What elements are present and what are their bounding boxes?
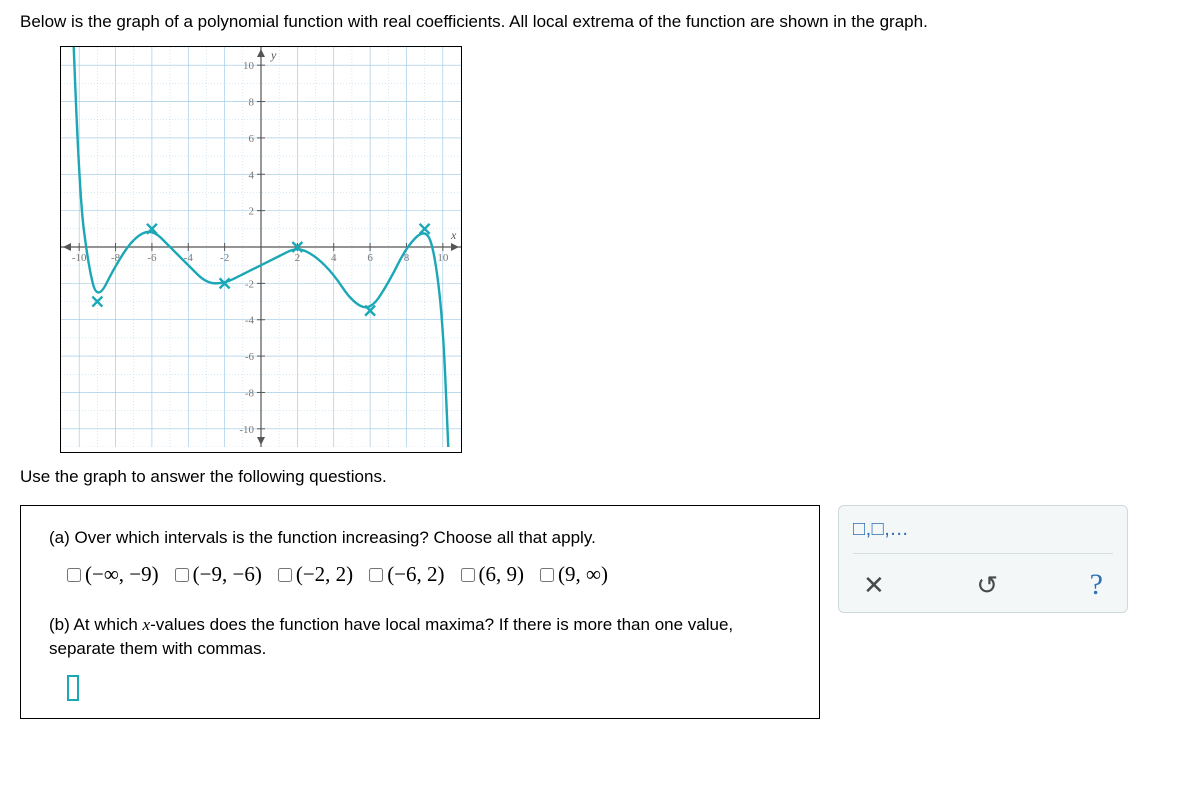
svg-text:2: 2	[295, 252, 301, 264]
svg-text:x: x	[450, 228, 457, 242]
svg-text:y: y	[270, 48, 277, 62]
svg-text:10: 10	[437, 252, 449, 264]
clear-button[interactable]: ✕	[863, 570, 885, 601]
choice-5[interactable]: (9, ∞)	[540, 562, 608, 587]
help-button[interactable]: ?	[1090, 568, 1103, 602]
graph-container: -10-8-6-4-2246810-10-8-6-4-2246810yx	[60, 46, 462, 453]
part-a-choices: (−∞, −9) (−9, −6) (−2, 2) (−6, 2) (6, 9)	[49, 562, 791, 587]
svg-text:8: 8	[249, 97, 255, 109]
svg-text:-6: -6	[147, 252, 157, 264]
choice-2-label: (−2, 2)	[296, 562, 353, 587]
choice-2-checkbox[interactable]	[278, 568, 292, 582]
part-b-text: (b) At which x-values does the function …	[49, 615, 733, 658]
polynomial-graph: -10-8-6-4-2246810-10-8-6-4-2246810yx	[61, 47, 461, 447]
question-panel: (a) Over which intervals is the function…	[20, 505, 820, 719]
choice-0-label: (−∞, −9)	[85, 562, 159, 587]
svg-text:-2: -2	[245, 278, 254, 290]
svg-text:-2: -2	[220, 252, 229, 264]
svg-text:-4: -4	[245, 315, 255, 327]
choice-0[interactable]: (−∞, −9)	[67, 562, 159, 587]
svg-text:10: 10	[243, 60, 255, 72]
svg-text:-8: -8	[245, 387, 255, 399]
choice-3[interactable]: (−6, 2)	[369, 562, 444, 587]
choice-4-label: (6, 9)	[479, 562, 525, 587]
svg-text:4: 4	[331, 252, 337, 264]
svg-text:2: 2	[249, 206, 255, 218]
list-format-hint[interactable]: □,□,...	[853, 518, 1113, 541]
choice-4[interactable]: (6, 9)	[461, 562, 525, 587]
svg-text:6: 6	[249, 133, 255, 145]
svg-text:-10: -10	[239, 424, 254, 436]
choice-5-label: (9, ∞)	[558, 562, 608, 587]
tool-divider	[853, 553, 1113, 554]
problem-subtitle: Use the graph to answer the following qu…	[20, 467, 1180, 487]
choice-3-checkbox[interactable]	[369, 568, 383, 582]
choice-2[interactable]: (−2, 2)	[278, 562, 353, 587]
choice-1-checkbox[interactable]	[175, 568, 189, 582]
svg-text:-6: -6	[245, 351, 255, 363]
svg-text:-10: -10	[72, 252, 87, 264]
problem-intro: Below is the graph of a polynomial funct…	[20, 12, 1180, 32]
svg-text:4: 4	[249, 169, 255, 181]
part-b-input[interactable]	[67, 675, 79, 701]
reset-button[interactable]: ↺	[976, 570, 998, 601]
part-a-prompt: (a) Over which intervals is the function…	[49, 528, 791, 548]
svg-text:6: 6	[367, 252, 373, 264]
tool-panel: □,□,... ✕ ↺ ?	[838, 505, 1128, 613]
choice-1[interactable]: (−9, −6)	[175, 562, 262, 587]
choice-1-label: (−9, −6)	[193, 562, 262, 587]
choice-0-checkbox[interactable]	[67, 568, 81, 582]
choice-5-checkbox[interactable]	[540, 568, 554, 582]
choice-3-label: (−6, 2)	[387, 562, 444, 587]
part-b-prompt: (b) At which x-values does the function …	[49, 613, 791, 661]
choice-4-checkbox[interactable]	[461, 568, 475, 582]
